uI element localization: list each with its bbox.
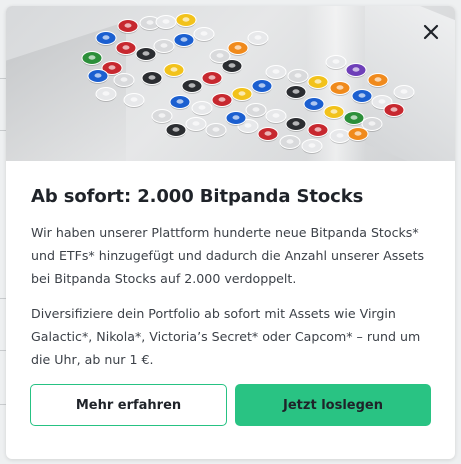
modal-description: Wir haben unserer Plattform hunderte neu… — [31, 225, 425, 286]
stock-token-icon — [153, 39, 175, 54]
stock-token-icon — [175, 13, 197, 28]
stock-token-icon — [329, 129, 351, 144]
stock-token-icon — [383, 103, 405, 118]
stock-token-icon — [343, 111, 365, 126]
stock-token-icon — [81, 51, 103, 66]
stock-token-icon — [247, 31, 269, 46]
stock-token-icon — [227, 41, 249, 56]
stock-token-icon — [95, 31, 117, 46]
modal-content: Ab sofort: 2.000 Bitpanda Stocks Wir hab… — [31, 161, 431, 371]
hero-image — [6, 6, 455, 161]
stock-token-icon — [155, 15, 177, 30]
stock-token-icon — [169, 95, 191, 110]
stock-token-icon — [151, 109, 173, 124]
stock-token-icon — [307, 75, 329, 90]
close-button[interactable] — [417, 18, 445, 46]
stock-token-icon — [265, 65, 287, 80]
stock-token-icon — [351, 89, 373, 104]
stock-token-icon — [193, 27, 215, 42]
stock-token-icon — [325, 55, 347, 70]
stock-token-icon — [117, 19, 139, 34]
stock-token-icon — [163, 63, 185, 78]
close-icon — [423, 24, 439, 40]
stock-token-icon — [225, 111, 247, 126]
stock-token-icon — [135, 47, 157, 62]
stock-token-icon — [285, 85, 307, 100]
stock-token-icon — [205, 123, 227, 138]
stock-token-icon — [165, 123, 187, 138]
stock-token-icon — [285, 117, 307, 132]
stock-tokens-illustration — [81, 13, 415, 154]
stock-token-icon — [265, 109, 287, 124]
modal-description-secondary: Diversifiziere dein Portfolio ab sofort … — [31, 306, 421, 367]
stock-token-icon — [115, 41, 137, 56]
stock-token-icon — [307, 123, 329, 138]
modal-title: Ab sofort: 2.000 Bitpanda Stocks — [31, 186, 364, 207]
stock-token-icon — [279, 135, 301, 150]
stock-token-icon — [393, 85, 415, 100]
stock-token-icon — [123, 93, 145, 108]
stock-token-icon — [95, 87, 117, 102]
learn-more-button[interactable]: Mehr erfahren — [30, 384, 227, 426]
stock-token-icon — [209, 49, 231, 64]
stock-token-icon — [181, 79, 203, 94]
stock-token-icon — [201, 71, 223, 86]
announcement-modal: Ab sofort: 2.000 Bitpanda Stocks Wir hab… — [6, 6, 455, 459]
stock-token-icon — [211, 93, 233, 108]
stock-token-icon — [87, 69, 109, 84]
stock-token-icon — [173, 33, 195, 48]
stock-token-icon — [323, 105, 345, 120]
stock-token-icon — [303, 97, 325, 112]
stock-token-icon — [347, 127, 369, 142]
stock-token-icon — [251, 79, 273, 94]
stock-token-icon — [191, 101, 213, 116]
stock-token-icon — [345, 63, 367, 78]
stock-token-icon — [185, 117, 207, 132]
stock-token-icon — [367, 73, 389, 88]
stock-token-icon — [287, 69, 309, 84]
stock-token-icon — [141, 71, 163, 86]
stock-token-icon — [301, 139, 323, 154]
stock-token-icon — [257, 127, 279, 142]
stock-token-icon — [231, 87, 253, 102]
stock-token-icon — [329, 81, 351, 96]
stock-token-icon — [113, 73, 135, 88]
get-started-button[interactable]: Jetzt loslegen — [235, 384, 431, 426]
stock-token-icon — [245, 103, 267, 118]
